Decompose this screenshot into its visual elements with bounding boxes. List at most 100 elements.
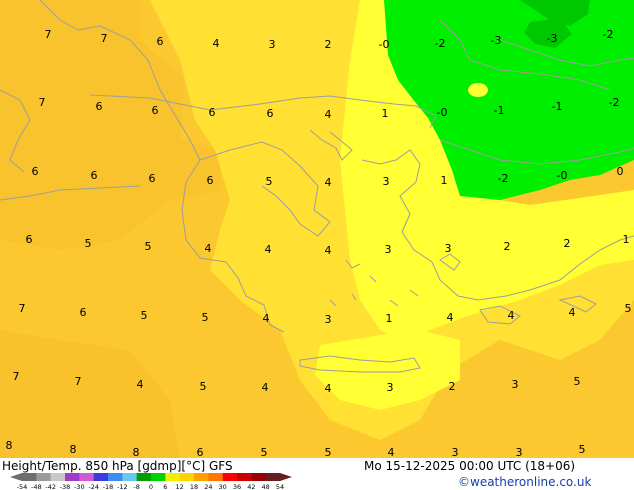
temperature-value: 5 (141, 309, 148, 322)
temperature-value: 4 (205, 242, 212, 255)
scale-tick-label: 42 (247, 483, 255, 490)
scale-tick-label: -24 (88, 483, 99, 490)
temperature-value: 3 (452, 446, 459, 458)
temperature-value: -1 (494, 104, 505, 117)
scale-tick-label: 18 (190, 483, 198, 490)
scale-swatch (265, 473, 281, 481)
temperature-value: 8 (133, 446, 140, 458)
temperature-value: 2 (504, 240, 511, 253)
scale-swatch (136, 473, 152, 481)
scale-swatch (222, 473, 238, 481)
temperature-value: 5 (261, 446, 268, 458)
scale-tick-label: 0 (149, 483, 153, 490)
temperature-value: 7 (45, 28, 52, 41)
temperature-value: 5 (266, 175, 273, 188)
map-title: Height/Temp. 850 hPa [gdmp][°C] GFS (2, 459, 233, 473)
temperature-value: 5 (200, 380, 207, 393)
scale-swatch (237, 473, 252, 481)
temperature-value: 4 (388, 446, 395, 458)
scale-swatch (79, 473, 95, 481)
temperature-value: 1 (623, 233, 630, 246)
temperature-value: 6 (91, 169, 98, 182)
temperature-value: 1 (382, 107, 389, 120)
temperature-value: 7 (19, 302, 26, 315)
scale-tick-label: 6 (163, 483, 167, 490)
scale-swatch (36, 473, 52, 481)
temperature-value: 3 (383, 175, 390, 188)
temperature-value: 3 (512, 378, 519, 391)
temperature-value: 4 (325, 108, 332, 121)
scale-swatch (93, 473, 109, 481)
temperature-value: 5 (202, 311, 209, 324)
map-canvas: 7 7 6 4 3 2 -0 -2 -3 -3 -2 7 6 6 6 6 4 1 -0 -1 -1 -2 6 6 6 6 5 4 3 1 -… (0, 0, 634, 458)
scale-tick-label: 54 (276, 483, 284, 490)
temperature-value: 6 (149, 172, 156, 185)
scale-tick-label: -42 (45, 483, 56, 490)
temperature-value: 6 (207, 174, 214, 187)
scale-swatch (208, 473, 224, 481)
temperature-value: 5 (325, 446, 332, 458)
temperature-value: 5 (574, 375, 581, 388)
temperature-value: 6 (152, 104, 159, 117)
temperature-value: -2 (435, 37, 446, 50)
scale-tick-label: 36 (233, 483, 241, 490)
temperature-value: 3 (325, 313, 332, 326)
temperature-value: 0 (617, 165, 624, 178)
temperature-value: 6 (197, 446, 204, 458)
scale-tick-label: -48 (31, 483, 42, 490)
temperature-value: 2 (325, 38, 332, 51)
scale-swatch (251, 473, 267, 481)
scale-arrow-left (10, 473, 22, 481)
temperature-value: 1 (441, 174, 448, 187)
scale-swatch (151, 473, 166, 481)
temperature-value: -2 (609, 96, 620, 109)
forecast-datetime: Mo 15-12-2025 00:00 UTC (18+06) (364, 459, 576, 473)
temperature-value: 6 (96, 100, 103, 113)
temperature-value: 4 (137, 378, 144, 391)
weather-map: 7 7 6 4 3 2 -0 -2 -3 -3 -2 7 6 6 6 6 4 1 -0 -1 -1 -2 6 6 6 6 5 4 3 1 -… (0, 0, 634, 458)
temperature-value: 4 (265, 243, 272, 256)
temperature-value: 4 (325, 382, 332, 395)
temperature-value: 5 (145, 240, 152, 253)
temperature-value: 2 (449, 380, 456, 393)
temperature-value: 8 (70, 443, 77, 456)
scale-swatch (122, 473, 138, 481)
temperature-value: -3 (547, 32, 558, 45)
temperature-value: 4 (508, 309, 515, 322)
scale-swatch (194, 473, 209, 481)
temperature-value: 4 (263, 312, 270, 325)
temperature-value: 7 (101, 32, 108, 45)
temperature-value: -1 (552, 100, 563, 113)
temperature-value: 6 (32, 165, 39, 178)
scale-tick-label: -54 (17, 483, 28, 490)
temperature-value: 6 (26, 233, 33, 246)
temperature-value: 3 (269, 38, 276, 51)
scale-tick-label: -18 (103, 483, 114, 490)
scale-arrow-right (280, 473, 292, 481)
scale-swatch (108, 473, 123, 481)
temperature-value: 3 (445, 242, 452, 255)
credit-link[interactable]: ©weatheronline.co.uk (458, 475, 591, 489)
scale-tick-label: 12 (176, 483, 184, 490)
temperature-value: -0 (557, 169, 568, 182)
temperature-value: 8 (6, 439, 13, 452)
temperature-value: 4 (569, 306, 576, 319)
scale-tick-label: 30 (219, 483, 227, 490)
temperature-value: 5 (625, 302, 632, 315)
temperature-value: 4 (447, 311, 454, 324)
temperature-value: 4 (262, 381, 269, 394)
temperature-value: -0 (437, 106, 448, 119)
scale-tick-label: -12 (117, 483, 128, 490)
color-scale-legend: -54 -48 -42 -38 -30 -24 -18 -12 -8 0 6 12 18 24 30 36 42… (10, 473, 292, 490)
temperature-value: 6 (267, 107, 274, 120)
temperature-value: -2 (498, 172, 509, 185)
temperature-value: 7 (13, 370, 20, 383)
scale-tick-label: -8 (133, 483, 139, 490)
temperature-value: 4 (325, 176, 332, 189)
temperature-value: 4 (213, 37, 220, 50)
scale-swatch (179, 473, 195, 481)
scale-swatch (65, 473, 80, 481)
temperature-value: -3 (491, 34, 502, 47)
temperature-value: 6 (80, 306, 87, 319)
scale-tick-label: 24 (204, 483, 212, 490)
